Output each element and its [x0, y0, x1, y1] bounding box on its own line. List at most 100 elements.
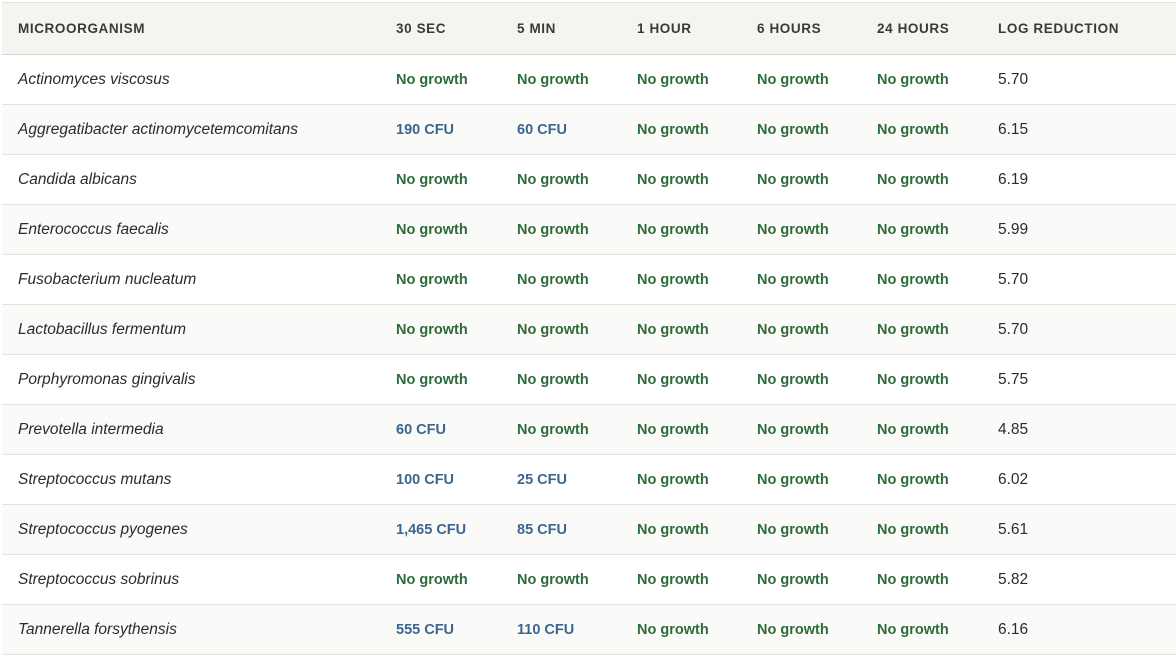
cell-5-min: No growth	[517, 204, 637, 255]
header-5-min: 5 MIN	[517, 2, 637, 55]
cell-30-sec: 60 CFU	[396, 404, 517, 455]
microorganism-name: Streptococcus pyogenes	[2, 504, 396, 555]
cell-1-hour: No growth	[637, 504, 757, 555]
no-growth-value: No growth	[637, 322, 709, 338]
no-growth-value: No growth	[757, 522, 829, 538]
cell-1-hour: No growth	[637, 204, 757, 255]
cell-24-hours: No growth	[877, 354, 998, 405]
cell-24-hours: No growth	[877, 204, 998, 255]
log-reduction-value: 5.99	[998, 204, 1176, 255]
no-growth-value: No growth	[757, 172, 829, 188]
cell-30-sec: 555 CFU	[396, 604, 517, 655]
no-growth-value: No growth	[396, 322, 468, 338]
cell-5-min: 85 CFU	[517, 504, 637, 555]
cell-5-min: No growth	[517, 354, 637, 405]
cell-1-hour: No growth	[637, 254, 757, 305]
no-growth-value: No growth	[517, 172, 589, 188]
cell-5-min: 25 CFU	[517, 454, 637, 505]
cell-30-sec: 190 CFU	[396, 104, 517, 155]
table-row: Lactobacillus fermentum No growth No growt…	[2, 304, 1176, 355]
log-reduction-value: 6.15	[998, 104, 1176, 155]
cell-1-hour: No growth	[637, 154, 757, 205]
cfu-count-value: 100 CFU	[396, 472, 455, 488]
cell-24-hours: No growth	[877, 554, 998, 605]
cfu-count-value: 110 CFU	[517, 622, 575, 638]
cell-5-min: 110 CFU	[517, 604, 637, 655]
microorganism-name: Lactobacillus fermentum	[2, 304, 396, 355]
no-growth-value: No growth	[757, 622, 829, 638]
no-growth-value: No growth	[757, 222, 829, 238]
table-row: Fusobacterium nucleatum No growth No growt…	[2, 254, 1176, 305]
cell-5-min: No growth	[517, 304, 637, 355]
microorganism-name: Porphyromonas gingivalis	[2, 354, 396, 405]
cfu-count-value: 85 CFU	[517, 522, 567, 538]
cell-5-min: 60 CFU	[517, 104, 637, 155]
microorganism-name: Aggregatibacter actinomycetemcomitans	[2, 104, 396, 155]
cell-1-hour: No growth	[637, 554, 757, 605]
no-growth-value: No growth	[637, 72, 709, 88]
log-reduction-value: 5.70	[998, 304, 1176, 355]
cell-30-sec: No growth	[396, 154, 517, 205]
log-reduction-value: 6.19	[998, 154, 1176, 205]
no-growth-value: No growth	[877, 372, 949, 388]
microorganism-results-table: MICROORGANISM 30 SEC 5 MIN 1 HOUR 6 HOUR…	[2, 2, 1176, 655]
header-6-hours: 6 HOURS	[757, 2, 877, 55]
no-growth-value: No growth	[877, 322, 949, 338]
no-growth-value: No growth	[757, 322, 829, 338]
cell-1-hour: No growth	[637, 304, 757, 355]
cell-24-hours: No growth	[877, 104, 998, 155]
cell-24-hours: No growth	[877, 504, 998, 555]
no-growth-value: No growth	[637, 572, 709, 588]
log-reduction-value: 6.02	[998, 454, 1176, 505]
table-row: Streptococcus pyogenes 1,465 CFU 85 CFU No …	[2, 504, 1176, 555]
table-row: Enterococcus faecalis No growth No growth N…	[2, 204, 1176, 255]
no-growth-value: No growth	[877, 122, 949, 138]
microorganism-name: Streptococcus sobrinus	[2, 554, 396, 605]
no-growth-value: No growth	[757, 272, 829, 288]
cfu-count-value: 1,465 CFU	[396, 522, 467, 538]
header-24-hours: 24 HOURS	[877, 2, 998, 55]
cell-5-min: No growth	[517, 404, 637, 455]
cfu-count-value: 60 CFU	[517, 122, 567, 138]
cell-24-hours: No growth	[877, 454, 998, 505]
header-1-hour: 1 HOUR	[637, 2, 757, 55]
microorganism-name: Actinomyces viscosus	[2, 54, 396, 105]
no-growth-value: No growth	[517, 572, 589, 588]
no-growth-value: No growth	[757, 572, 829, 588]
log-reduction-value: 5.70	[998, 54, 1176, 105]
header-microorganism: MICROORGANISM	[2, 2, 396, 55]
no-growth-value: No growth	[637, 422, 709, 438]
table-row: Streptococcus mutans 100 CFU 25 CFU No grow…	[2, 454, 1176, 505]
cell-6-hours: No growth	[757, 554, 877, 605]
cfu-count-value: 60 CFU	[396, 422, 446, 438]
no-growth-value: No growth	[517, 372, 589, 388]
no-growth-value: No growth	[396, 172, 468, 188]
table-row: Streptococcus sobrinus No growth No growth…	[2, 554, 1176, 605]
cell-24-hours: No growth	[877, 54, 998, 105]
table-row: Porphyromonas gingivalis No growth No grow…	[2, 354, 1176, 405]
microorganism-name: Enterococcus faecalis	[2, 204, 396, 255]
table-header: MICROORGANISM 30 SEC 5 MIN 1 HOUR 6 HOUR…	[2, 2, 1176, 55]
no-growth-value: No growth	[877, 172, 949, 188]
cell-30-sec: 100 CFU	[396, 454, 517, 505]
cell-6-hours: No growth	[757, 354, 877, 405]
cell-30-sec: No growth	[396, 304, 517, 355]
no-growth-value: No growth	[877, 472, 949, 488]
cell-30-sec: No growth	[396, 204, 517, 255]
no-growth-value: No growth	[757, 122, 829, 138]
cell-6-hours: No growth	[757, 204, 877, 255]
no-growth-value: No growth	[517, 222, 589, 238]
no-growth-value: No growth	[396, 372, 468, 388]
table-row: Actinomyces viscosus No growth No growth No…	[2, 54, 1176, 105]
no-growth-value: No growth	[637, 122, 709, 138]
results-table-container: MICROORGANISM 30 SEC 5 MIN 1 HOUR 6 HOUR…	[0, 0, 1176, 657]
microorganism-name: Candida albicans	[2, 154, 396, 205]
cfu-count-value: 555 CFU	[396, 622, 455, 638]
cfu-count-value: 25 CFU	[517, 472, 567, 488]
cell-6-hours: No growth	[757, 604, 877, 655]
microorganism-name: Streptococcus mutans	[2, 454, 396, 505]
cfu-count-value: 190 CFU	[396, 122, 455, 138]
no-growth-value: No growth	[877, 422, 949, 438]
no-growth-value: No growth	[637, 622, 709, 638]
cell-5-min: No growth	[517, 154, 637, 205]
